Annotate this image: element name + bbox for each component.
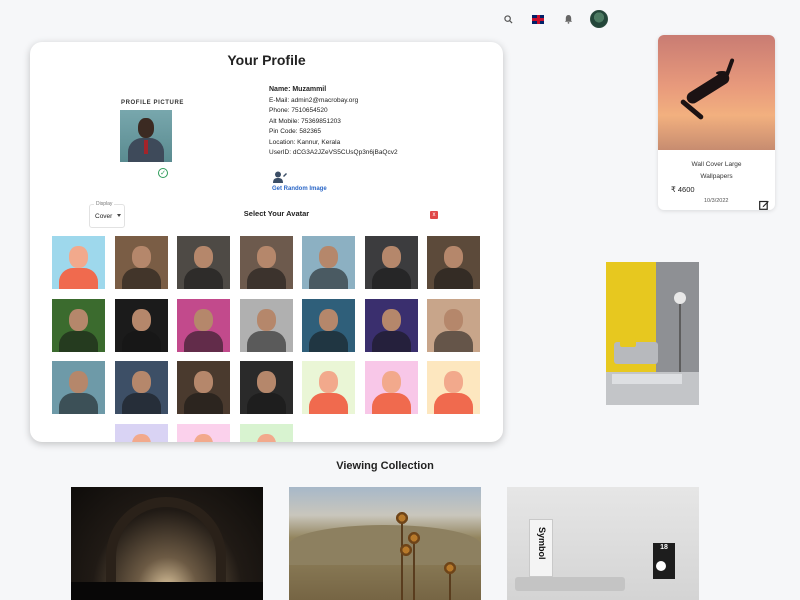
profile-info: Name: Muzammil E-Mail: admin2@macrobay.o… <box>269 86 398 160</box>
display-label: Display <box>94 201 115 207</box>
desk-book-image[interactable]: Symbol 18 <box>507 487 699 600</box>
photo-avatar-7[interactable] <box>427 236 480 289</box>
photo-avatar-9[interactable] <box>114 298 168 352</box>
photo-avatar-6[interactable] <box>364 236 418 289</box>
photo-avatar-15[interactable] <box>52 361 105 414</box>
cartoon-avatar-23[interactable] <box>177 423 230 442</box>
profile-picture[interactable] <box>120 110 172 162</box>
photo-avatar-17[interactable] <box>177 361 230 414</box>
photo-avatar-13[interactable] <box>364 298 418 352</box>
room-wallpaper-image[interactable] <box>606 262 699 405</box>
photo-avatar-18[interactable] <box>239 361 293 414</box>
profile-title: Your Profile <box>227 52 306 68</box>
photo-avatar-4[interactable] <box>239 236 293 289</box>
photo-avatar-16[interactable] <box>114 361 168 414</box>
cartoon-avatar-1[interactable] <box>52 236 105 289</box>
bell-icon[interactable] <box>560 11 576 27</box>
wallpaper-category: Wallpapers <box>700 173 733 180</box>
photo-avatar-12[interactable] <box>302 298 355 352</box>
wallpaper-card[interactable]: Wall Cover Large Wallpapers ₹ 4600 10/3/… <box>658 35 775 210</box>
get-random-image-link[interactable]: Get Random Image <box>272 186 327 192</box>
close-button[interactable]: x <box>430 211 438 219</box>
photo-avatar-8[interactable] <box>52 298 105 352</box>
cartoon-avatar-19[interactable] <box>302 361 355 414</box>
cartoon-avatar-22[interactable] <box>114 423 168 442</box>
photo-avatar-5[interactable] <box>302 236 355 289</box>
profile-card: Your Profile PROFILE PICTURE ✓ Name: Muz… <box>30 42 503 442</box>
cartoon-avatar-20[interactable] <box>364 361 418 414</box>
wallpaper-price: ₹ 4600 <box>671 185 695 194</box>
cartoon-avatar-21[interactable] <box>427 361 480 414</box>
profile-name: Name: Muzammil <box>269 86 327 93</box>
photo-avatar-3[interactable] <box>177 236 230 289</box>
book-text: Symbol <box>537 527 547 560</box>
photo-avatar-11[interactable] <box>239 298 293 352</box>
profile-email: E-Mail: admin2@macrobay.org <box>269 96 359 104</box>
landscape-flowers-image[interactable] <box>289 487 481 600</box>
search-icon[interactable] <box>500 11 516 27</box>
top-toolbar <box>500 8 608 30</box>
edit-icon[interactable] <box>759 197 769 210</box>
photo-avatar-14[interactable] <box>427 298 480 352</box>
user-avatar[interactable] <box>590 10 608 28</box>
profile-pin-code: Pin Code: 582365 <box>269 128 322 135</box>
profile-phone: Phone: 7510654520 <box>269 107 328 114</box>
photo-avatar-10[interactable] <box>177 298 230 352</box>
photo-avatar-2[interactable] <box>114 236 168 289</box>
collection-title: Viewing Collection <box>336 460 434 472</box>
wallpaper-image[interactable] <box>658 35 775 150</box>
profile-user-id: UserID: dCG3A2JZeVS5CUsQp3n6jBaQcv2 <box>269 149 398 156</box>
cartoon-avatar-24[interactable] <box>239 423 293 442</box>
profile-picture-label: PROFILE PICTURE <box>121 100 185 106</box>
calendar-day: 18 <box>660 544 668 551</box>
wallpaper-title: Wall Cover Large <box>691 161 742 168</box>
profile-location: Location: Kannur, Kerala <box>269 138 341 146</box>
profile-alt-mobile: Alt Mobile: 75369851203 <box>269 117 341 125</box>
wallpaper-date: 10/3/2022 <box>704 198 729 204</box>
check-circle-icon: ✓ <box>158 168 168 178</box>
user-edit-icon[interactable] <box>273 170 287 183</box>
language-flag-icon[interactable] <box>530 11 546 27</box>
concert-image[interactable] <box>71 487 263 600</box>
